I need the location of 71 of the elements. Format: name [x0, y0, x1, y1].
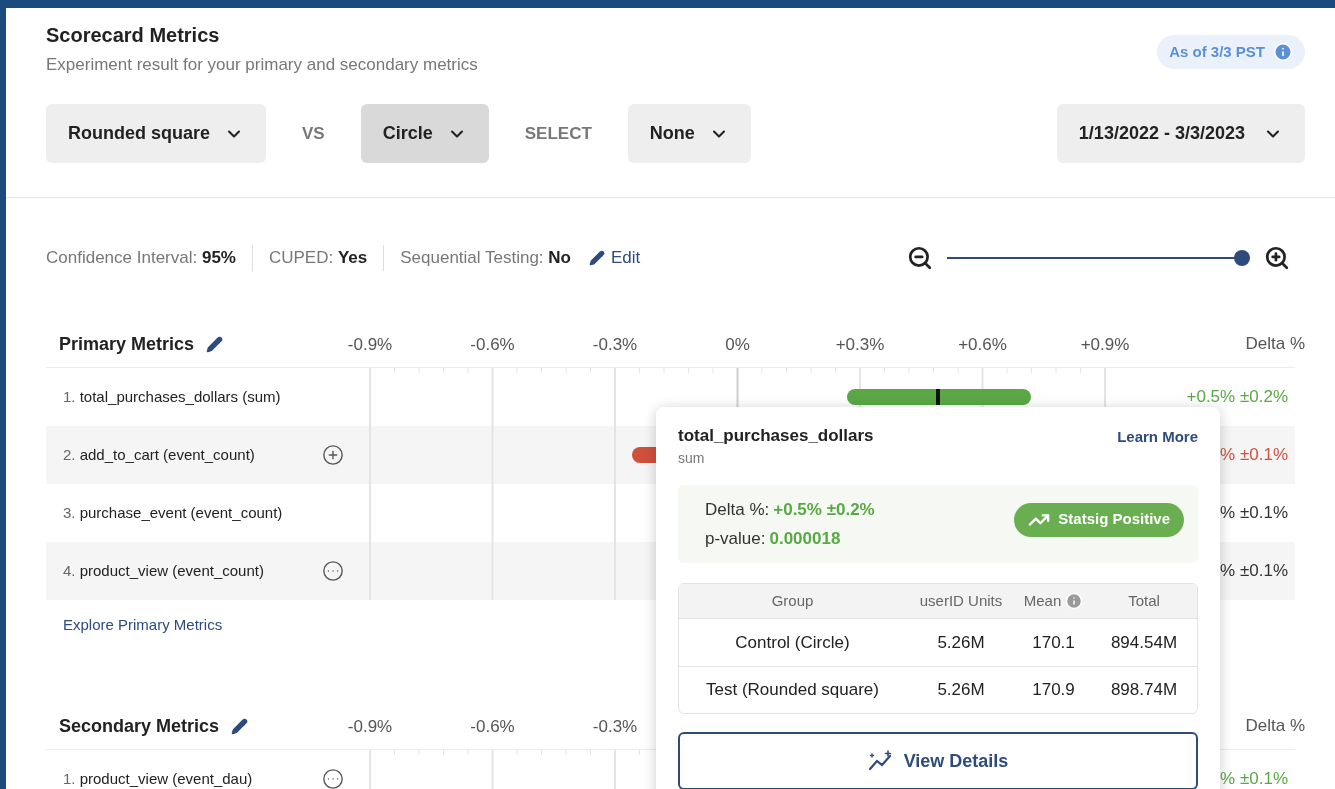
more-icon[interactable]	[322, 768, 344, 789]
table-cell-text: Test (Rounded square)	[705, 679, 880, 702]
axis-tick-label: -0.9%	[347, 716, 393, 738]
delta-label: Delta %:	[705, 499, 770, 521]
page-subtitle: Experiment result for your primary and secondary metrics	[46, 54, 478, 76]
explore-link[interactable]: Explore Primary Metrics	[63, 616, 223, 633]
column-header: Group	[771, 590, 814, 611]
delta-value: % ±0.1%	[1220, 768, 1288, 789]
as-of-badge: As of 3/3 PST	[1157, 35, 1305, 69]
variant-dropdown[interactable]: Circle	[360, 104, 489, 163]
statsig-badge: Statsig Positive	[1014, 502, 1184, 537]
table-cell-text: 170.9	[1031, 679, 1076, 702]
delta-result: +0.5% ±0.2%	[773, 499, 875, 521]
delta-heading: Delta %	[1244, 715, 1305, 738]
info-icon[interactable]	[1065, 592, 1084, 610]
table-cell-text: 5.26M	[936, 631, 986, 654]
edit-link[interactable]: Edit	[589, 245, 641, 271]
table-cell-text: 898.74M	[1109, 679, 1179, 702]
delta-value: % ±0.1%	[1220, 502, 1288, 525]
date-range-dropdown[interactable]: 1/13/2022 - 3/3/2023	[1056, 104, 1305, 163]
delta-value: +0.5% ±0.2%	[1186, 386, 1288, 409]
axis-tick-label: +0.9%	[1080, 334, 1130, 356]
column-header: Mean	[1023, 590, 1062, 611]
view-details-button[interactable]: View Details	[678, 732, 1198, 789]
popover-subtitle: sum	[678, 449, 706, 468]
zoom-slider[interactable]	[947, 250, 1250, 266]
selector-label: VS	[302, 122, 325, 145]
axis-tick-label: -0.6%	[470, 334, 515, 356]
selector-label: SELECT	[524, 122, 592, 145]
table-cell-text: Control (Circle)	[734, 631, 851, 654]
table-cell-text: 170.1	[1031, 631, 1076, 654]
popover-title: total_purchases_dollars	[678, 425, 874, 447]
variant-dropdown[interactable]: Rounded square	[46, 104, 266, 163]
pencil-icon[interactable]	[206, 335, 224, 353]
axis-tick-label: +0.3%	[835, 334, 885, 356]
learn-more-link[interactable]: Learn More	[1117, 426, 1198, 449]
section-title: Primary Metrics	[59, 332, 195, 356]
delta-value: % ±0.1%	[1220, 444, 1288, 467]
setting-text: Confidence Interval: 95%	[46, 247, 236, 270]
table-cell-text: 5.26M	[936, 679, 986, 702]
metric-name[interactable]: 4. product_view (event_count)	[63, 559, 264, 583]
p-value-label: p-value:	[705, 528, 766, 550]
table-cell-text: 894.54M	[1109, 631, 1179, 654]
axis-tick-label: -0.6%	[470, 716, 515, 738]
section-title: Secondary Metrics	[59, 714, 220, 738]
zoom-out-icon[interactable]	[907, 245, 933, 271]
column-header: Total	[1128, 590, 1160, 611]
axis-tick-label: -0.9%	[347, 334, 393, 356]
metric-name[interactable]: 3. purchase_event (event_count)	[63, 501, 283, 525]
setting-text: CUPED: Yes	[268, 247, 368, 270]
confidence-interval-bar[interactable]	[847, 389, 1031, 405]
more-icon[interactable]	[322, 560, 344, 582]
metric-name[interactable]: 2. add_to_cart (event_count)	[63, 443, 255, 467]
add-circle-icon[interactable]	[322, 444, 344, 466]
setting-text: Sequential Testing: No	[400, 247, 571, 270]
column-header: userID Units	[919, 590, 1003, 611]
slider-thumb[interactable]	[1234, 250, 1250, 266]
axis-tick-label: -0.3%	[592, 334, 638, 356]
variant-dropdown[interactable]: None	[627, 104, 751, 163]
zoom-in-icon[interactable]	[1264, 245, 1290, 271]
pencil-icon	[589, 250, 605, 266]
delta-value: % ±0.1%	[1220, 560, 1288, 583]
p-value-result: 0.000018	[769, 528, 841, 550]
axis-tick-label: -0.3%	[592, 716, 638, 738]
pencil-icon[interactable]	[231, 717, 249, 735]
metric-name[interactable]: 1. product_view (event_dau)	[63, 767, 253, 789]
axis-tick-label: 0%	[725, 334, 750, 356]
metric-name[interactable]: 1. total_purchases_dollars (sum)	[63, 385, 281, 409]
axis-tick-label: +0.6%	[958, 334, 1007, 356]
info-icon[interactable]	[1273, 42, 1293, 62]
page-title: Scorecard Metrics	[46, 23, 221, 48]
